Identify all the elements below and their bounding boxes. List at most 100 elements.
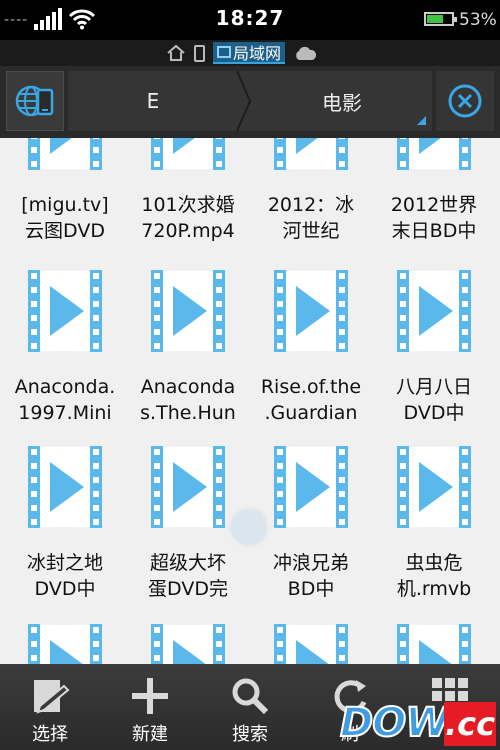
file-name-line2: DVD中 [403,402,465,424]
file-name-line1: 冲浪兄弟 [272,552,349,574]
network-button[interactable] [6,71,64,131]
file-name-line2: 蛋DVD完 [148,578,228,600]
file-name: 冲浪兄弟 BD中 [249,550,373,602]
select-edit-icon [34,680,70,714]
file-name-line2: 末日BD中 [391,220,477,242]
file-name-line1: 101次求婚 [141,194,235,216]
file-name-line1: 八月八日 [395,376,472,398]
breadcrumb-item-movie[interactable]: 电影 [252,71,432,131]
video-file-icon [151,446,225,528]
breadcrumb: E 电影 [68,71,432,131]
home-icon[interactable] [166,43,186,63]
video-file-icon [397,446,471,528]
file-name-line1: 2012：冰 [267,194,355,216]
video-file-icon [397,138,471,170]
close-button[interactable] [436,71,494,131]
file-name-line1: [migu.tv] [21,194,109,216]
file-name: Anaconda. 1997.Mini [3,374,127,426]
lan-label: 局域网 [233,44,282,63]
file-name-line2: DVD中 [34,578,96,600]
file-name-line1: 冰封之地 [26,552,103,574]
file-name: Anaconda s.The.Hun [126,374,250,426]
select-label: 选择 [32,724,68,745]
loading-spinner [232,510,266,544]
file-tile[interactable]: 虫虫危机.rmvb [372,446,496,600]
cloud-icon[interactable] [293,45,317,61]
video-file-icon [274,138,348,170]
breadcrumb-separator [236,71,252,131]
file-name: 2012世界 末日BD中 [372,192,496,244]
video-file-icon [28,270,102,352]
plus-icon [132,678,168,714]
breadcrumb-item-e[interactable]: E [68,71,238,131]
file-name: 虫虫危机.rmvb [372,550,496,602]
new-label: 新建 [132,724,168,745]
video-file-icon [274,270,348,352]
search-label: 搜索 [232,724,268,745]
file-tile[interactable]: 冰封之地 DVD中 [3,446,127,600]
file-name-line2: 云图DVD [25,220,105,242]
file-name: 超级大坏蛋DVD完 [126,550,250,602]
file-tile-partial[interactable] [249,624,373,664]
video-file-icon [274,446,348,528]
file-grid[interactable]: [migu.tv] 云图DVD 101次求婚 720P.mp4 2012：冰 河世纪 … [0,138,500,664]
video-file-icon [28,138,102,170]
watermark-suffix: .cc [444,702,496,746]
file-tile[interactable]: 八月八日 DVD中 [372,270,496,424]
file-tile-partial[interactable] [126,624,250,664]
file-tile-partial[interactable] [372,624,496,664]
file-name: 2012：冰 河世纪 [249,192,373,244]
video-file-icon [397,624,471,664]
phone-icon[interactable] [194,44,205,62]
lan-location[interactable]: 局域网 [213,42,286,64]
search-button[interactable]: 搜索 [200,664,300,750]
video-file-icon [28,624,102,664]
file-tile[interactable]: 冲浪兄弟 BD中 [249,446,373,600]
file-tile[interactable]: Anaconda s.The.Hun [126,270,250,424]
close-circle-icon [448,84,482,118]
file-tile[interactable]: [migu.tv] 云图DVD [3,138,127,242]
file-name-line2: BD中 [287,578,335,600]
file-name-line1: Rise.of.the [260,376,362,398]
lan-icon [217,46,231,58]
file-tile[interactable]: 2012：冰 河世纪 [249,138,373,242]
file-name-line1: Anaconda. [14,376,116,398]
path-bar: E 电影 [0,66,500,138]
video-file-icon [28,446,102,528]
file-name-line1: Anaconda [140,376,236,398]
file-name-line2: 1997.Mini [18,402,112,424]
file-name-line2: 720P.mp4 [141,220,235,242]
file-name: 八月八日 DVD中 [372,374,496,426]
file-name-line2: s.The.Hun [140,402,236,424]
search-icon [232,678,269,715]
file-tile[interactable]: 101次求婚 720P.mp4 [126,138,250,242]
status-bar: ---- 18:27 53% [0,0,500,40]
file-name-line1: 超级大坏 [149,552,226,574]
video-file-icon [397,270,471,352]
file-name-line1: 2012世界 [390,194,478,216]
file-name: Rise.of.the .Guardian [249,374,373,426]
new-button[interactable]: 新建 [100,664,200,750]
file-name-line2: .Guardian [264,402,358,424]
location-strip: 局域网 [0,40,500,66]
video-file-icon [151,624,225,664]
select-button[interactable]: 选择 [0,664,100,750]
file-tile[interactable]: 2012世界 末日BD中 [372,138,496,242]
file-name-line2: 河世纪 [282,220,340,242]
file-tile-partial[interactable] [3,624,127,664]
dropdown-corner-icon[interactable] [417,116,426,125]
battery-percent: 53% [459,10,497,30]
video-file-icon [274,624,348,664]
file-name: [migu.tv] 云图DVD [3,192,127,244]
globe-device-icon [15,85,54,117]
battery-icon [424,12,457,26]
file-tile[interactable]: Anaconda. 1997.Mini [3,270,127,424]
video-file-icon [151,138,225,170]
file-tile[interactable]: 超级大坏蛋DVD完 [126,446,250,600]
video-file-icon [151,270,225,352]
file-name-line2: 机.rmvb [396,578,472,600]
file-tile[interactable]: Rise.of.the .Guardian [249,270,373,424]
file-name-line1: 虫虫危 [405,552,463,574]
watermark-logo: DOWN .cc [339,699,496,748]
file-name: 冰封之地 DVD中 [3,550,127,602]
